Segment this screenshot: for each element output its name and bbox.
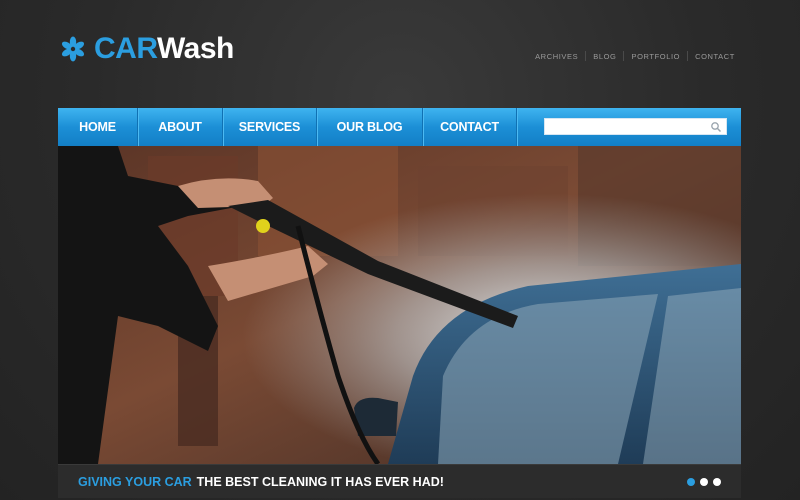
slider-dot-3[interactable]: [713, 478, 721, 486]
nav-item-about[interactable]: ABOUT: [138, 108, 223, 146]
search-box: [544, 118, 727, 135]
site-title-part2: Wash: [156, 32, 234, 65]
logo[interactable]: CARWash: [60, 32, 234, 66]
nav-item-our-blog[interactable]: OUR BLOG: [317, 108, 423, 146]
top-link-portfolio[interactable]: PORTFOLIO: [624, 52, 687, 61]
nav-item-home[interactable]: HOME: [58, 108, 138, 146]
nav-item-services[interactable]: SERVICES: [223, 108, 317, 146]
site-title-part1: CAR: [94, 32, 157, 65]
caption-highlight: GIVING YOUR CAR: [78, 474, 192, 489]
search-input[interactable]: [545, 119, 705, 134]
top-link-archives[interactable]: ARCHIVES: [528, 52, 585, 61]
top-links: ARCHIVES BLOG PORTFOLIO CONTACT: [528, 51, 742, 61]
site-title: CARWash: [94, 32, 234, 66]
search-icon[interactable]: [710, 121, 722, 133]
top-link-blog[interactable]: BLOG: [586, 52, 623, 61]
slider-dot-2[interactable]: [700, 478, 708, 486]
car-wash-photo: [58, 146, 741, 464]
flower-logo-icon: [61, 36, 85, 62]
main-nav: HOME ABOUT SERVICES OUR BLOG CONTACT: [58, 108, 741, 146]
slider-dots: [687, 478, 721, 486]
nav-item-contact[interactable]: CONTACT: [423, 108, 517, 146]
slide-caption: GIVING YOUR CAR THE BEST CLEANING IT HAS…: [58, 464, 741, 498]
caption-text: THE BEST CLEANING IT HAS EVER HAD!: [196, 474, 444, 489]
hero-image: [58, 146, 741, 464]
slider-dot-1[interactable]: [687, 478, 695, 486]
top-link-contact[interactable]: CONTACT: [688, 52, 742, 61]
